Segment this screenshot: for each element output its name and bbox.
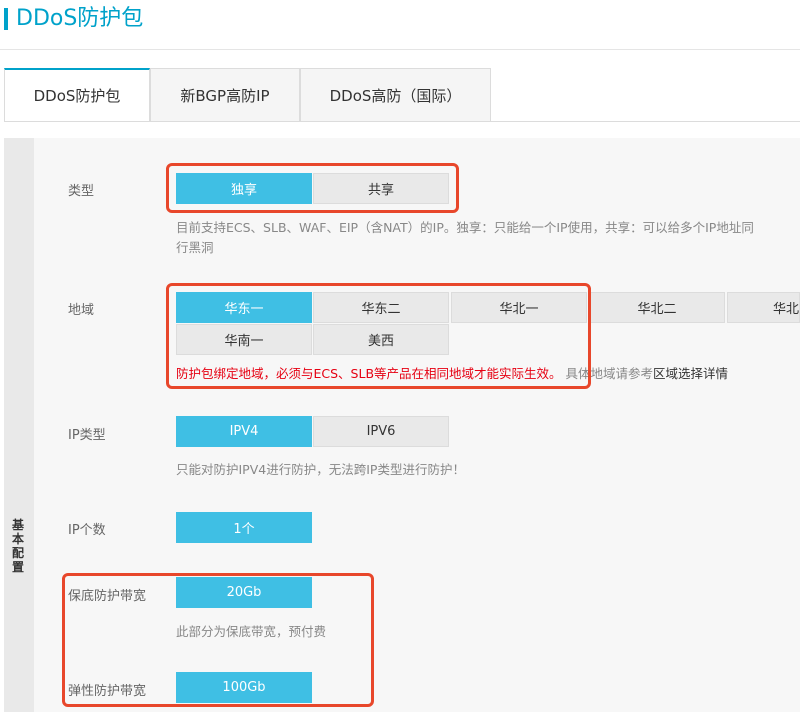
- region-option-huabei-more[interactable]: 华北: [727, 292, 800, 323]
- region-detail-link[interactable]: 区域选择详情: [653, 366, 728, 381]
- page-title: DDoS防护包: [16, 6, 144, 31]
- tab-new-bgp[interactable]: 新BGP高防IP: [150, 68, 300, 122]
- ip-count-label: IP个数: [68, 523, 106, 538]
- highlight-box-type: [166, 163, 459, 213]
- highlight-box-bandwidth: [62, 573, 374, 707]
- type-description: 目前支持ECS、SLB、WAF、EIP（含NAT）的IP。独享：只能给一个IP使…: [176, 218, 800, 258]
- type-label: 类型: [68, 184, 95, 199]
- region-label: 地域: [68, 303, 95, 318]
- ip-count-value[interactable]: 1个: [176, 512, 312, 543]
- ip-type-option-ipv4[interactable]: IPV4: [176, 416, 312, 447]
- tab-ddos-international[interactable]: DDoS高防（国际）: [300, 68, 491, 122]
- section-strip: 基本配置: [4, 138, 34, 712]
- tab-divider: [4, 121, 800, 122]
- section-label-basic-config: 基本配置: [12, 518, 25, 574]
- type-desc-line1: 目前支持ECS、SLB、WAF、EIP（含NAT）的IP。独享：只能给一个IP使…: [176, 220, 754, 235]
- ip-type-description: 只能对防护IPV4进行防护，无法跨IP类型进行防护！: [176, 462, 465, 477]
- region-option-huabei2[interactable]: 华北二: [589, 292, 725, 323]
- page-header: DDoS防护包: [0, 0, 800, 50]
- ip-type-option-ipv6[interactable]: IPV6: [313, 416, 449, 447]
- type-desc-line2: 行黑洞: [176, 240, 214, 255]
- title-accent-bar: [4, 8, 8, 30]
- ip-type-label: IP类型: [68, 428, 106, 443]
- tab-ddos-package[interactable]: DDoS防护包: [4, 68, 150, 122]
- highlight-box-region: [166, 283, 591, 389]
